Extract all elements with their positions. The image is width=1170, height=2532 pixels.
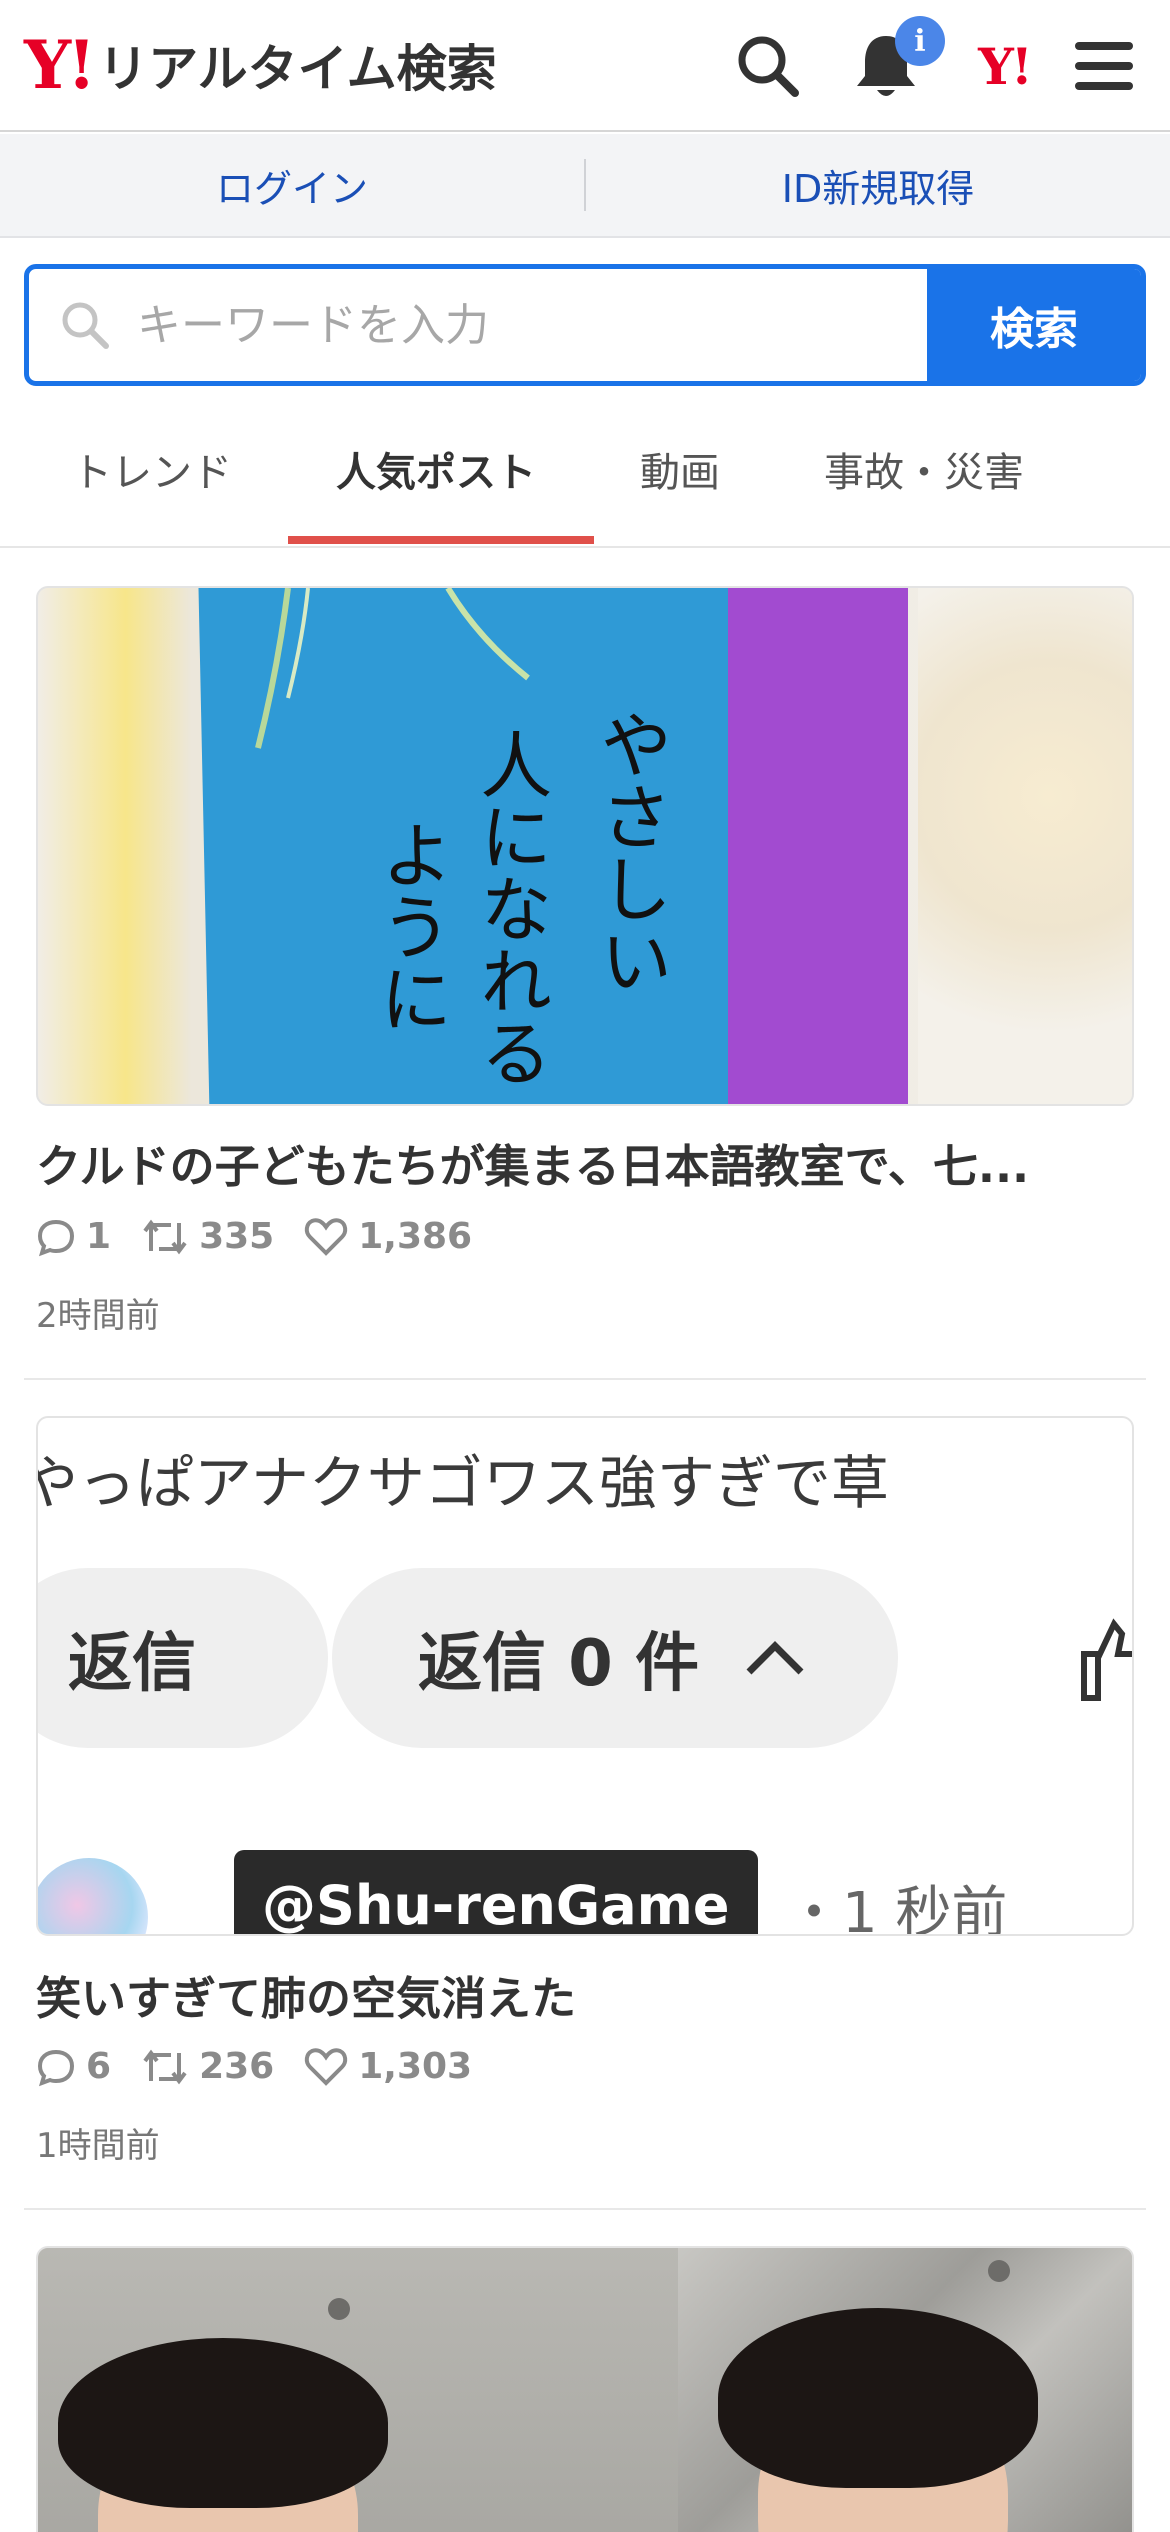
post-stats: 6 236 1,303: [36, 2046, 502, 2087]
like-count-value: 1,303: [358, 2046, 473, 2087]
reply-icon: [37, 1219, 75, 1256]
active-tab-indicator: [288, 536, 594, 544]
post-title[interactable]: 笑いすぎて肺の空気消えた: [36, 1962, 1136, 2027]
repost-count[interactable]: 236: [141, 2046, 274, 2087]
tab-popular-posts[interactable]: 人気ポスト: [336, 440, 536, 498]
reply-count-value: 6: [86, 2046, 112, 2087]
post-image[interactable]: やっぱアナクサゴワス強すぎで草 返信 返信 0 件 @Shu-renGame ・…: [36, 1416, 1134, 1936]
post-separator: [24, 1378, 1146, 1380]
wall-detail: [328, 2298, 350, 2320]
post-time: 2時間前: [36, 1296, 160, 1336]
screenshot-avatar: [38, 1858, 148, 1934]
yahoo-realtime-logo[interactable]: Y! リアルタイム検索: [24, 30, 497, 100]
tanzaku-text-2: 人になれる: [467, 728, 552, 1088]
notification-badge: i: [895, 16, 945, 66]
search-box: 検索: [24, 264, 1146, 386]
tab-accident-disaster[interactable]: 事故・災害: [824, 440, 1024, 498]
repost-count-value: 236: [199, 2046, 275, 2087]
screenshot-reply-count-label: 返信 0 件: [418, 1627, 700, 1701]
post-image[interactable]: やさしい 人になれる ように: [36, 586, 1134, 1106]
screenshot-handle-badge: @Shu-renGame: [234, 1850, 758, 1934]
post-separator: [24, 2208, 1146, 2210]
purple-tanzaku: [728, 588, 908, 1104]
screenshot-reply-button: 返信: [38, 1568, 328, 1748]
wall-detail: [988, 2260, 1010, 2282]
post-stats: 1 335 1,386: [36, 1216, 502, 1257]
repost-count-value: 335: [199, 1216, 275, 1257]
heart-icon: [305, 1217, 348, 1256]
like-count[interactable]: 1,386: [304, 1216, 472, 1257]
post-title[interactable]: クルドの子どもたちが集まる日本語教室で、七...: [36, 1130, 1136, 1195]
reply-icon: [37, 2049, 75, 2086]
post-time: 1時間前: [36, 2126, 160, 2166]
tab-trend[interactable]: トレンド: [72, 440, 232, 498]
person-hair: [58, 2338, 388, 2508]
hamburger-menu-icon[interactable]: [1066, 28, 1142, 104]
thumbs-up-icon: [1081, 1618, 1132, 1701]
person-hair: [718, 2308, 1038, 2488]
screenshot-reply-count-button: 返信 0 件: [332, 1568, 898, 1748]
app-title: リアルタイム検索: [98, 40, 497, 98]
like-count[interactable]: 1,303: [304, 2046, 472, 2087]
repost-icon: [143, 1219, 187, 1254]
repost-icon: [143, 2049, 187, 2084]
background-bokeh: [918, 588, 1132, 1104]
tanzaku-text-3: ように: [367, 818, 452, 1034]
search-button[interactable]: 検索: [927, 269, 1141, 381]
repost-count[interactable]: 335: [141, 1216, 274, 1257]
reply-count-value: 1: [86, 1216, 112, 1257]
tab-bar: トレンド 人気ポスト 動画 事故・災害: [0, 404, 1170, 548]
yahoo-logo-mark: Y!: [24, 26, 96, 104]
search-icon[interactable]: [730, 28, 806, 104]
screenshot-timestamp: ・1 秒前: [786, 1881, 1008, 1936]
yahoo-japan-icon[interactable]: Y!: [966, 28, 1042, 104]
reply-count[interactable]: 1: [36, 1216, 111, 1257]
chevron-up-icon: [746, 1641, 804, 1675]
login-link[interactable]: ログイン: [0, 158, 584, 213]
reply-count[interactable]: 6: [36, 2046, 111, 2087]
heart-icon: [305, 2047, 348, 2086]
header: Y! リアルタイム検索 i Y!: [0, 0, 1170, 132]
search-input[interactable]: [137, 299, 837, 351]
tanzaku-text-1: やさしい: [587, 708, 672, 996]
search-field[interactable]: [29, 269, 927, 381]
like-count-value: 1,386: [358, 1216, 473, 1257]
yj-mark: Y!: [978, 36, 1033, 96]
tab-video[interactable]: 動画: [640, 440, 720, 498]
auth-bar: ログイン ID新規取得: [0, 134, 1170, 238]
search-field-icon: [62, 302, 109, 349]
screenshot-comment-text: やっぱアナクサゴワス強すぎで草: [36, 1449, 889, 1517]
register-link[interactable]: ID新規取得: [586, 158, 1170, 213]
post-image[interactable]: [36, 2246, 1134, 2532]
screenshot-reply-label: 返信: [68, 1627, 196, 1701]
